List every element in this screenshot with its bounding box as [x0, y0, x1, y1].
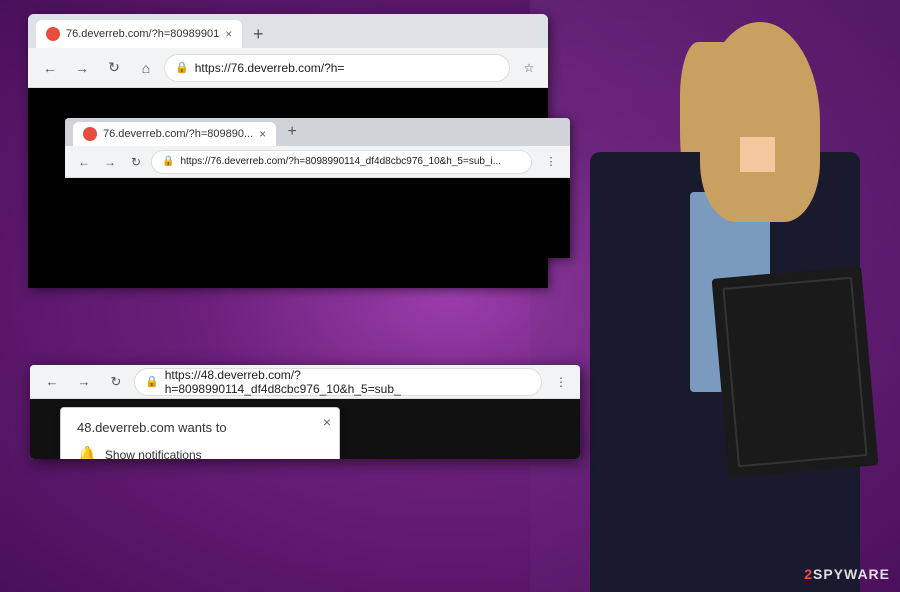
tab-new-btn-2[interactable]: + [278, 118, 306, 146]
dialog-notification-row: 🔔 Show notifications [77, 445, 323, 459]
forward-button-2[interactable]: → [99, 151, 121, 173]
back-button-3[interactable]: ← [38, 368, 66, 396]
dialog-close-button[interactable]: × [323, 414, 331, 430]
figure-neck [740, 137, 775, 172]
home-button-1[interactable]: ⌂ [132, 54, 160, 82]
address-text-1: https://76.deverreb.com/?h= [195, 61, 345, 75]
figure-folder [712, 266, 879, 478]
toolbar-icons-2: ⋮ [540, 151, 562, 173]
tab-close-2[interactable]: × [259, 127, 266, 141]
video-area-partial [65, 178, 570, 258]
browser-tab-2[interactable]: 76.deverreb.com/?h=809890... × [73, 122, 276, 146]
browser-toolbar-1: ← → ↻ ⌂ 🔒 https://76.deverreb.com/?h= ☆ [28, 48, 548, 88]
address-text-2: https://76.deverreb.com/?h=8098990114_df… [180, 156, 501, 167]
tab-title-1: 76.deverreb.com/?h=80989901 [66, 28, 219, 40]
back-button-1[interactable]: ← [36, 54, 64, 82]
address-bar-2[interactable]: 🔒 https://76.deverreb.com/?h=8098990114_… [151, 150, 532, 174]
browser-tabs-bar-2: 76.deverreb.com/?h=809890... × + [65, 118, 570, 146]
notification-dialog: × 48.deverreb.com wants to 🔔 Show notifi… [60, 407, 340, 459]
watermark-number: 2 [804, 566, 813, 582]
browser-window-3: ← → ↻ 🔒 https://48.deverreb.com/?h=80989… [30, 365, 580, 459]
figure-body [560, 22, 890, 592]
bookmark-icon-1[interactable]: ☆ [518, 57, 540, 79]
browser-tabs-bar-1: 76.deverreb.com/?h=80989901 × + [28, 14, 548, 48]
tab-title-2: 76.deverreb.com/?h=809890... [103, 128, 253, 140]
tab-new-btn-1[interactable]: + [244, 20, 272, 48]
browser-toolbar-2: ← → ↻ 🔒 https://76.deverreb.com/?h=80989… [65, 146, 570, 178]
toolbar-icons-1: ☆ [518, 57, 540, 79]
refresh-button-3[interactable]: ↻ [102, 368, 130, 396]
refresh-button-1[interactable]: ↻ [100, 54, 128, 82]
address-bar-1[interactable]: 🔒 https://76.deverreb.com/?h= [164, 54, 510, 82]
watermark-text: SPYWARE [813, 566, 890, 582]
lock-icon-2: 🔒 [162, 156, 174, 167]
browser-window-2: 76.deverreb.com/?h=809890... × + ← → ↻ 🔒… [65, 118, 570, 258]
refresh-button-2[interactable]: ↻ [125, 151, 147, 173]
tab-close-1[interactable]: × [225, 27, 232, 41]
lock-icon-1: 🔒 [175, 61, 189, 74]
menu-icon-2[interactable]: ⋮ [540, 151, 562, 173]
address-bar-3[interactable]: 🔒 https://48.deverreb.com/?h=8098990114_… [134, 368, 542, 396]
watermark: 2SPYWARE [804, 566, 890, 582]
lock-icon-3: 🔒 [145, 375, 159, 388]
toolbar-icons-3: ⋮ [550, 371, 572, 393]
favicon-2 [83, 127, 97, 141]
forward-button-3[interactable]: → [70, 368, 98, 396]
favicon-1 [46, 27, 60, 41]
menu-icon-3[interactable]: ⋮ [550, 371, 572, 393]
back-button-2[interactable]: ← [73, 151, 95, 173]
bell-icon: 🔔 [77, 445, 97, 459]
forward-button-1[interactable]: → [68, 54, 96, 82]
dialog-notification-text: Show notifications [105, 448, 202, 459]
browser-toolbar-3: ← → ↻ 🔒 https://48.deverreb.com/?h=80989… [30, 365, 580, 399]
figure-hair [700, 22, 820, 222]
woman-photo-area [530, 0, 900, 592]
dialog-title: 48.deverreb.com wants to [77, 420, 323, 435]
address-text-3: https://48.deverreb.com/?h=8098990114_df… [165, 368, 531, 396]
browser-tab-1[interactable]: 76.deverreb.com/?h=80989901 × [36, 20, 242, 48]
